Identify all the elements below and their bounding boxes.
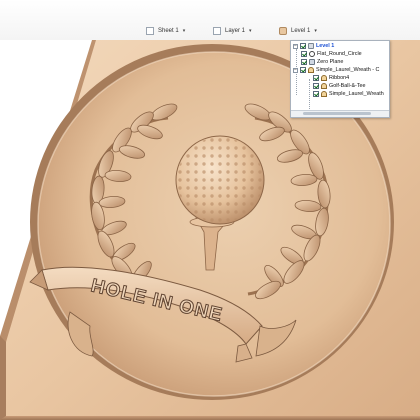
plane-icon <box>309 59 315 65</box>
tree-row-zero-plane[interactable]: Zero Plane <box>301 58 343 66</box>
tree-label: Flat_Round_Circle <box>317 51 362 57</box>
tree-label: Ribbon4 <box>329 75 350 81</box>
tree-row-simple-laurel-wreath[interactable]: Simple_Laurel_Wreath <box>313 90 384 98</box>
layer-dropdown-label: Layer 1 <box>225 28 246 34</box>
visibility-checkbox[interactable] <box>301 59 307 65</box>
layer-dropdown[interactable]: Layer 1 ▾ <box>213 25 252 37</box>
visibility-checkbox[interactable] <box>300 67 306 73</box>
collapse-toggle-icon[interactable]: − <box>293 43 298 49</box>
collapse-toggle-icon[interactable]: − <box>293 67 298 73</box>
tree-row-ribbon4[interactable]: Ribbon4 <box>313 74 349 82</box>
visibility-checkbox[interactable] <box>300 43 306 49</box>
chevron-down-icon: ▾ <box>182 28 186 34</box>
sheet-dropdown-label: Sheet 1 <box>158 28 179 34</box>
chevron-down-icon: ▾ <box>314 28 317 34</box>
visibility-checkbox[interactable] <box>313 75 319 81</box>
tree-label: Zero Plane <box>317 59 344 65</box>
layer-tree-panel: − Level 1 Flat_Round_Circle Zero Plane −… <box>290 40 390 118</box>
level-dropdown[interactable]: Level 1 ▾ <box>279 25 317 37</box>
relief-icon <box>321 83 327 89</box>
sheet-icon <box>146 27 154 35</box>
horizontal-scrollbar[interactable] <box>291 110 389 117</box>
visibility-checkbox[interactable] <box>313 91 319 97</box>
sheet-dropdown[interactable]: Sheet 1 ▾ <box>146 25 185 37</box>
visibility-checkbox[interactable] <box>313 83 319 89</box>
tree-label: Golf-Ball-&-Tee <box>329 83 366 89</box>
tree-row-simple-laurel-wreath-group[interactable]: − Simple_Laurel_Wreath - C <box>293 66 379 74</box>
level-dropdown-label: Level 1 <box>291 28 311 34</box>
level-icon <box>308 43 314 49</box>
relief-icon <box>308 67 314 73</box>
tree-label: Simple_Laurel_Wreath - C <box>316 67 380 73</box>
toolbar: Sheet 1 ▾ Layer 1 ▾ Level 1 ▾ <box>0 0 420 40</box>
tree-row-level-1[interactable]: − Level 1 <box>293 42 334 50</box>
tree-row-golf-ball-tee[interactable]: Golf-Ball-&-Tee <box>313 82 366 90</box>
relief-icon <box>321 91 327 97</box>
layer-icon <box>213 27 221 35</box>
tree-label: Simple_Laurel_Wreath <box>329 91 384 97</box>
level-icon <box>279 27 287 35</box>
scrollbar-thumb[interactable] <box>303 112 371 115</box>
tree-label: Level 1 <box>316 43 335 49</box>
ring-icon <box>309 51 315 57</box>
relief-icon <box>321 75 327 81</box>
visibility-checkbox[interactable] <box>301 51 307 57</box>
tree-row-flat-round-circle[interactable]: Flat_Round_Circle <box>301 50 362 58</box>
chevron-down-icon: ▾ <box>249 28 252 34</box>
